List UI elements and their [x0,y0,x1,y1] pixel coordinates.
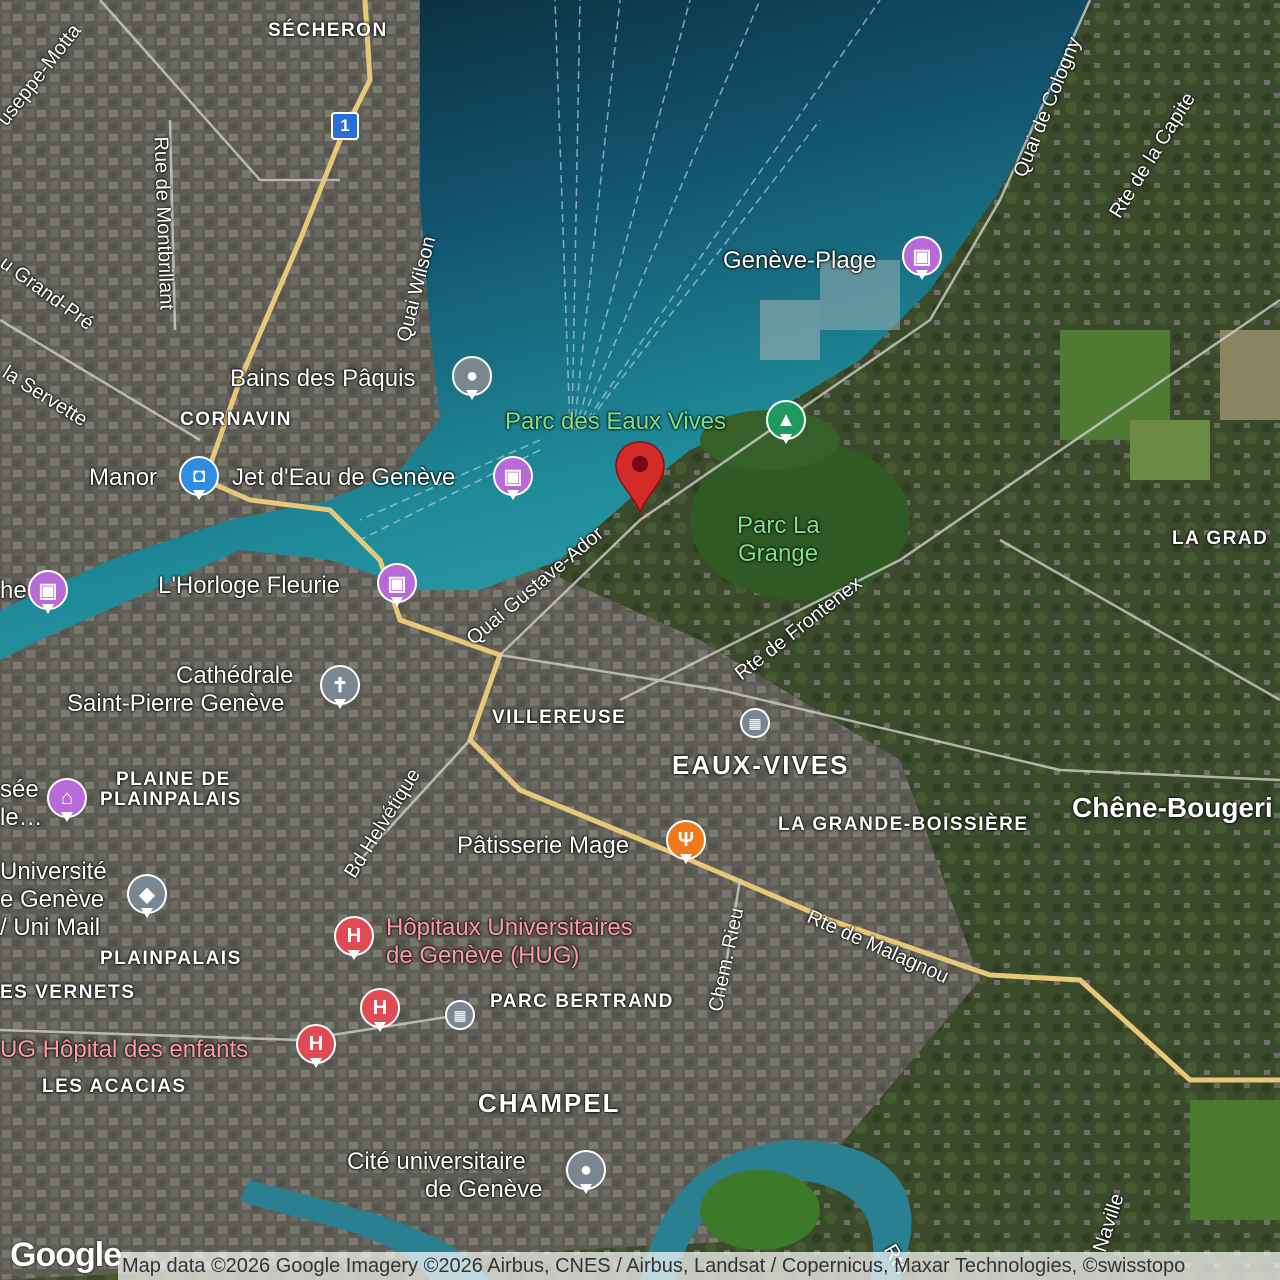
marina [760,300,820,360]
poi-musee-label-1: sée [0,776,39,803]
poi-cathedrale-label-1: Cathédrale [176,662,294,689]
district-la-grange: LA GRAD [1172,528,1269,549]
poi-musee-label-2: le… [0,804,43,831]
town-chene-bougeries: Chêne-Bougeri [1072,792,1273,823]
district-champel: CHAMPEL [478,1088,621,1118]
poi-musee-marker[interactable]: ⌂ [47,778,87,824]
poi-patisserie-mage-marker[interactable]: Ψ [666,820,706,866]
poi-geneve-plage-marker[interactable]: ▣ [902,236,942,282]
district-parc-bertrand: PARC BERTRAND [490,991,674,1012]
district-les-acacias: LES ACACIAS [42,1076,187,1097]
poi-hug-label-2: de Genève (HUG) [386,942,580,969]
location-pin-icon[interactable] [612,440,668,516]
poi-l-horloge-fleurie-label: L'Horloge Fleurie [158,572,341,599]
field [1130,420,1210,480]
train-station-icon[interactable]: ▦ [740,708,770,738]
poi-hug-2-marker[interactable]: H [360,988,400,1034]
district-cornavin: CORNAVIN [180,409,292,430]
poi-jet-d-eau-label: Jet d'Eau de Genève [232,464,456,491]
poi-jet-d-eau-marker[interactable]: ▣ [493,456,533,502]
poi-hug-label-1: Hôpitaux Universitaires [386,914,633,941]
map-canvas[interactable] [0,0,1280,1280]
poi-cite-universitaire-label-2: de Genève [425,1176,543,1203]
poi-l-horloge-fleurie-marker[interactable]: ▣ [377,563,417,609]
train-station-icon[interactable]: ▦ [445,1000,475,1030]
poi-cite-universitaire-label-1: Cité universitaire [347,1148,526,1175]
poi-cathedrale-marker[interactable]: ✝ [320,665,360,711]
google-logo: Google [10,1236,122,1274]
poi-bains-des-paquis-marker[interactable]: ● [452,356,492,402]
parc-la-grange-label-1: Parc La [737,512,820,539]
poi-cite-universitaire-marker[interactable]: ● [566,1150,606,1196]
district-eaux-vives: EAUX-VIVES [672,750,850,780]
sports-field [700,1170,820,1250]
district-secheron: SÉCHERON [268,20,388,41]
poi-patisserie-mage-label: Pâtisserie Mage [457,832,630,859]
district-plaine-line2: PLAINPALAIS [100,789,242,810]
poi-hug-enfants-marker[interactable]: H [296,1024,336,1070]
poi-left-photo-label: he [0,577,27,604]
poi-manor-marker[interactable]: ◘ [179,456,219,502]
poi-manor-label: Manor [89,464,158,491]
parc-la-grange-label-2: Grange [738,540,819,567]
district-plaine-line1: PLAINE DE [116,769,231,790]
field [1190,1100,1280,1220]
poi-left-photo-marker[interactable]: ▣ [28,570,68,616]
district-villereuse: VILLEREUSE [492,707,627,728]
poi-universite-label-2: e Genève [0,886,105,913]
poi-universite-label-3: / Uni Mail [0,914,101,941]
highway-shield-1: 1 [331,112,359,140]
district-plainpalais: PLAINPALAIS [100,948,242,969]
poi-cathedrale-label-2: Saint-Pierre Genève [67,690,285,717]
poi-parc-des-eaux-vives-marker[interactable]: ▲ [766,400,806,446]
poi-universite-label-1: Université [0,858,107,885]
district-grande-boissiere: LA GRANDE-BOISSIÈRE [778,814,1029,835]
map-attribution[interactable]: Map data ©2026 Google Imagery ©2026 Airb… [118,1252,1280,1280]
poi-parc-des-eaux-vives-label: Parc des Eaux Vives [505,408,727,435]
field [1220,330,1280,420]
poi-hug-marker[interactable]: H [334,916,374,962]
poi-bains-des-paquis-label: Bains des Pâquis [230,365,416,392]
poi-geneve-plage-label: Genève-Plage [723,247,877,274]
poi-hug-enfants-label: UG Hôpital des enfants [0,1036,249,1063]
poi-universite-marker[interactable]: ◆ [127,874,167,920]
district-les-vernets: ES VERNETS [0,982,136,1003]
